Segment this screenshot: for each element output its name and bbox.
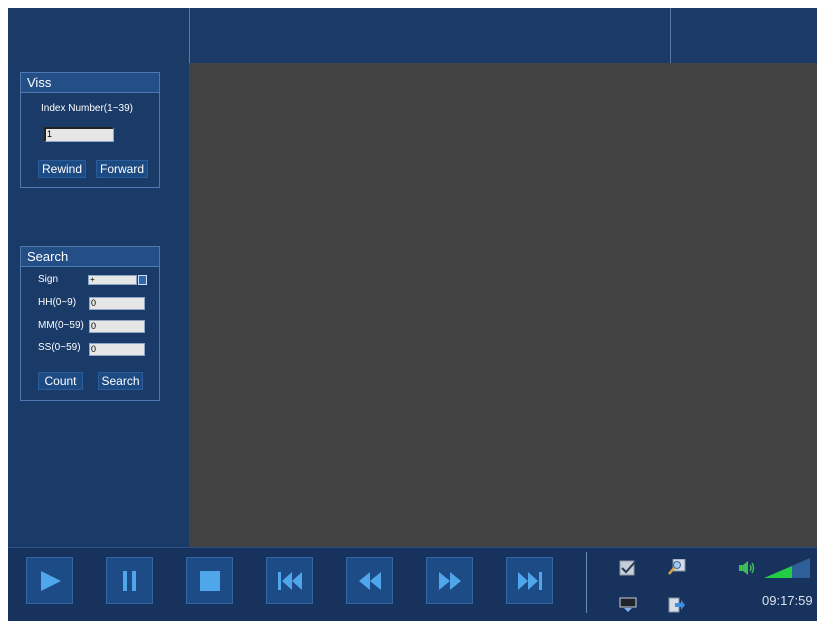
play-icon [40, 570, 61, 591]
hh-input[interactable]: 0 [89, 297, 145, 310]
search-button[interactable]: Search [98, 372, 143, 390]
mm-label: MM(0~59) [38, 320, 84, 331]
pause-icon [122, 570, 136, 591]
video-display[interactable] [189, 63, 817, 547]
ss-input[interactable]: 0 [89, 343, 145, 356]
index-number-label: Index Number(1~39) [41, 103, 133, 114]
count-button[interactable]: Count [38, 372, 83, 390]
rewind-control-button[interactable] [346, 557, 393, 604]
viss-group-title: Viss [21, 73, 159, 93]
viss-group: Viss Index Number(1~39) 1 Rewind Forward [20, 72, 160, 188]
play-button[interactable] [26, 557, 73, 604]
rewind-button[interactable]: Rewind [38, 160, 86, 178]
export-icon[interactable] [668, 597, 686, 613]
fast-forward-button[interactable] [426, 557, 473, 604]
rewind-icon [358, 571, 381, 590]
skip-to-end-icon [517, 571, 542, 590]
sign-label: Sign [38, 274, 59, 285]
signal-strength-icon [764, 558, 810, 578]
skip-to-start-button[interactable] [266, 557, 313, 604]
zoom-icon[interactable] [668, 559, 686, 575]
monitor-download-icon[interactable] [619, 597, 637, 613]
bottom-control-bar: 09:17:59 [8, 547, 817, 621]
top-bar-divider [670, 8, 671, 63]
top-bar [8, 8, 817, 63]
search-group: Search Sign + HH(0~9) 0 MM(0~59) 0 SS(0~… [20, 246, 160, 401]
skip-to-end-button[interactable] [506, 557, 553, 604]
top-bar-divider [189, 8, 190, 63]
stop-button[interactable] [186, 557, 233, 604]
ss-label: SS(0~59) [38, 342, 81, 353]
hh-label: HH(0~9) [38, 297, 77, 308]
control-bar-divider [586, 552, 587, 613]
pause-button[interactable] [106, 557, 153, 604]
clock: 09:17:59 [762, 593, 813, 608]
checklist-icon[interactable] [619, 560, 637, 576]
sign-toggle[interactable] [138, 275, 147, 285]
fast-forward-icon [438, 571, 461, 590]
skip-to-start-icon [277, 571, 302, 590]
sign-field[interactable]: + [88, 275, 137, 285]
mm-input[interactable]: 0 [89, 320, 145, 333]
forward-button[interactable]: Forward [96, 160, 148, 178]
left-panel: Viss Index Number(1~39) 1 Rewind Forward… [8, 63, 189, 547]
stop-icon [199, 570, 220, 591]
search-group-title: Search [21, 247, 159, 267]
volume-icon[interactable] [738, 560, 756, 576]
player-window: Viss Index Number(1~39) 1 Rewind Forward… [8, 8, 817, 621]
index-number-input[interactable]: 1 [44, 127, 114, 142]
